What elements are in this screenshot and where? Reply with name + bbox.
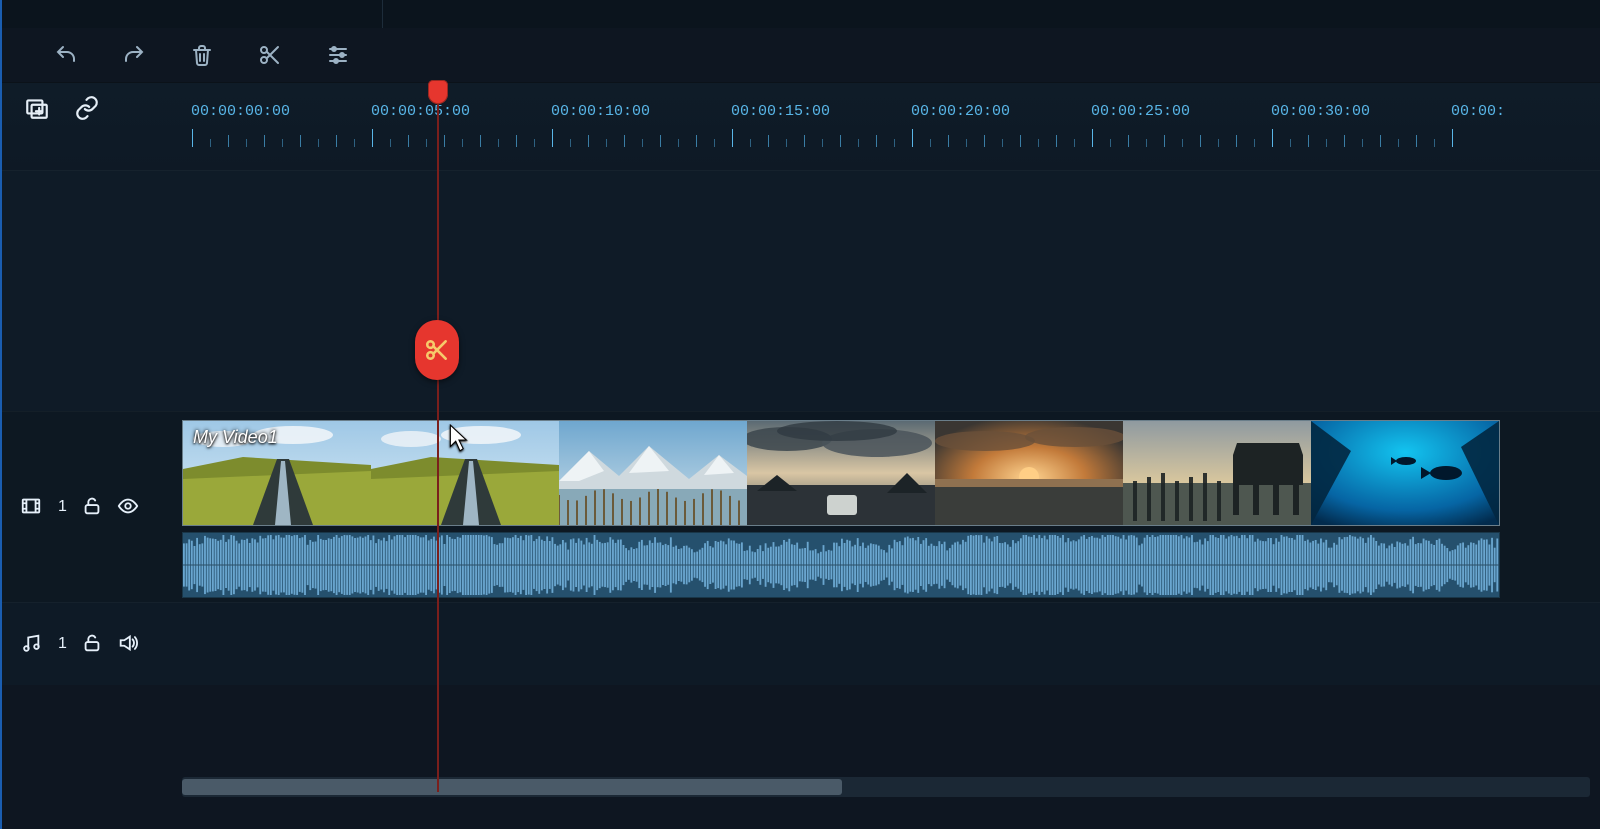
music-track-lock-button[interactable] bbox=[81, 632, 103, 657]
top-menu-bar bbox=[2, 0, 1600, 29]
music-track-row: 1 bbox=[2, 602, 1600, 685]
timeline-toolbar bbox=[2, 28, 1600, 82]
video-track-visibility-button[interactable] bbox=[117, 495, 139, 520]
ruler-tick-label: 00:00:20:00 bbox=[911, 103, 1010, 120]
ruler-tick-label: 00:00:05:00 bbox=[371, 103, 470, 120]
app-root: 00:00:00:0000:00:05:0000:00:10:0000:00:1… bbox=[0, 0, 1600, 829]
clip-thumbnail bbox=[559, 421, 747, 525]
options-button[interactable] bbox=[324, 41, 352, 69]
clip-thumbnail bbox=[747, 421, 935, 525]
ruler-row: 00:00:00:00 00:00:05:00 00:00:10:00 00:00:1… bbox=[2, 82, 1600, 172]
time-ruler[interactable]: 00:00:00:00 00:00:05:00 00:00:10:00 00:00:1… bbox=[182, 83, 1600, 171]
clip-thumbnail: My Video1 bbox=[183, 421, 371, 525]
video-track-row: 1 My Video1 bbox=[2, 411, 1600, 602]
speaker-icon bbox=[117, 632, 139, 654]
tracks-spacer bbox=[2, 170, 1600, 411]
playhead-cap-icon[interactable] bbox=[428, 80, 448, 104]
clip-thumbnail bbox=[935, 421, 1123, 525]
link-icon bbox=[74, 95, 100, 121]
sliders-icon bbox=[326, 43, 350, 67]
split-at-playhead-button[interactable] bbox=[415, 320, 459, 380]
ruler-tick-label: 00:00:15:00 bbox=[731, 103, 830, 120]
unlock-icon bbox=[81, 495, 103, 517]
redo-icon bbox=[122, 43, 146, 67]
unlock-icon bbox=[81, 632, 103, 654]
undo-icon bbox=[54, 43, 78, 67]
undo-button[interactable] bbox=[52, 41, 80, 69]
ruler-tick-label: 00:00:00:00 bbox=[191, 103, 290, 120]
clip-thumbnail bbox=[371, 421, 559, 525]
add-track-icon bbox=[24, 95, 50, 121]
eye-icon bbox=[117, 495, 139, 517]
trash-icon bbox=[190, 43, 214, 67]
video-track-lock-button[interactable] bbox=[81, 495, 103, 520]
clip-audio-waveform[interactable] bbox=[182, 532, 1500, 598]
ruler-tick-label: 00:00:30:00 bbox=[1271, 103, 1370, 120]
add-track-button[interactable] bbox=[24, 95, 50, 124]
music-track-mute-button[interactable] bbox=[117, 632, 139, 657]
video-track-header: 1 bbox=[2, 412, 200, 602]
ruler-tick-label: 00:00:10:00 bbox=[551, 103, 650, 120]
ruler-tick-label: 00:00:25:00 bbox=[1091, 103, 1190, 120]
delete-button[interactable] bbox=[188, 41, 216, 69]
ruler-header bbox=[2, 83, 204, 183]
clip-title-label: My Video1 bbox=[193, 427, 278, 448]
music-track-body[interactable] bbox=[182, 603, 1600, 685]
redo-button[interactable] bbox=[120, 41, 148, 69]
playhead[interactable] bbox=[437, 82, 439, 792]
timeline-scrollbar-thumb[interactable] bbox=[182, 779, 842, 795]
ruler-tick-label: 00:00: bbox=[1451, 103, 1505, 120]
video-track-body[interactable]: My Video1 bbox=[182, 412, 1600, 602]
video-track-index: 1 bbox=[58, 498, 67, 516]
music-track-index: 1 bbox=[58, 635, 67, 653]
music-track-icon bbox=[20, 632, 42, 657]
scissors-icon bbox=[424, 337, 450, 363]
music-track-header: 1 bbox=[2, 603, 200, 685]
video-track-icon bbox=[20, 495, 42, 520]
timeline-horizontal-scrollbar[interactable] bbox=[182, 777, 1590, 797]
clip-thumbnail bbox=[1311, 421, 1499, 525]
tracks-area: 1 My Video1 bbox=[2, 170, 1600, 801]
scissors-icon bbox=[258, 43, 282, 67]
clip-thumbnail bbox=[1123, 421, 1311, 525]
link-tracks-button[interactable] bbox=[74, 95, 100, 124]
video-clip[interactable]: My Video1 bbox=[182, 420, 1500, 526]
split-button[interactable] bbox=[256, 41, 284, 69]
